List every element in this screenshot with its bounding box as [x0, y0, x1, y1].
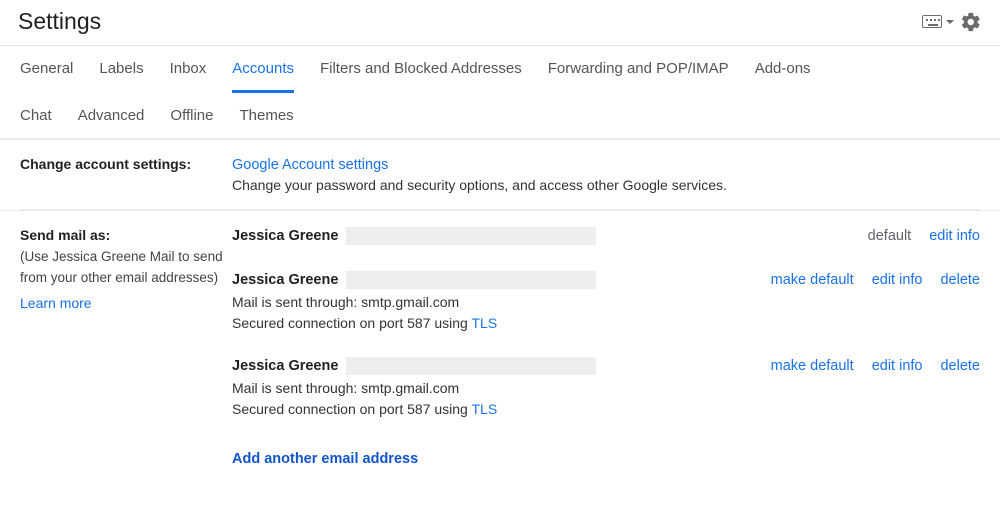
delete-link[interactable]: delete	[940, 272, 980, 288]
section-change-account: Change account settings: Google Account …	[0, 139, 1000, 209]
edit-info-link[interactable]: edit info	[872, 272, 923, 288]
learn-more-link[interactable]: Learn more	[20, 295, 92, 311]
send-mail-as-label: Send mail as:	[20, 227, 232, 243]
smtp-line: Mail is sent through: smtp.gmail.com	[232, 294, 980, 310]
tab-inbox[interactable]: Inbox	[170, 60, 207, 93]
chevron-down-icon[interactable]	[946, 20, 954, 24]
make-default-link[interactable]: make default	[771, 272, 854, 288]
redacted-email	[346, 227, 596, 245]
tab-chat[interactable]: Chat	[20, 107, 52, 138]
send-mail-as-entry: Jessica Greene default edit info	[232, 227, 980, 245]
delete-link[interactable]: delete	[940, 358, 980, 374]
send-mail-as-entry: Jessica Greene make default edit info delet…	[232, 357, 980, 417]
change-account-label: Change account settings:	[20, 156, 191, 172]
secured-line: Secured connection on port 587 using TLS	[232, 315, 980, 331]
tab-labels[interactable]: Labels	[99, 60, 143, 93]
tab-general[interactable]: General	[20, 60, 73, 93]
edit-info-link[interactable]: edit info	[929, 228, 980, 244]
sender-name: Jessica Greene	[232, 272, 338, 288]
tab-accounts[interactable]: Accounts	[232, 60, 294, 93]
tls-link[interactable]: TLS	[471, 315, 497, 331]
tab-forwarding-and-pop-imap[interactable]: Forwarding and POP/IMAP	[548, 60, 729, 93]
tab-advanced[interactable]: Advanced	[78, 107, 145, 138]
tab-offline[interactable]: Offline	[170, 107, 213, 138]
settings-tabs: General Labels Inbox Accounts Filters and Bl…	[0, 46, 1000, 139]
tab-themes[interactable]: Themes	[240, 107, 294, 138]
section-send-mail-as: Send mail as: (Use Jessica Greene Mail t…	[0, 210, 1000, 483]
tab-add-ons[interactable]: Add-ons	[755, 60, 811, 93]
google-account-settings-link[interactable]: Google Account settings	[232, 157, 388, 173]
default-label: default	[868, 228, 912, 244]
sender-name: Jessica Greene	[232, 358, 338, 374]
tls-link[interactable]: TLS	[471, 401, 497, 417]
smtp-line: Mail is sent through: smtp.gmail.com	[232, 380, 980, 396]
change-account-desc: Change your password and security option…	[232, 177, 980, 193]
keyboard-icon[interactable]	[922, 15, 942, 28]
sender-name: Jessica Greene	[232, 228, 338, 244]
send-mail-as-entry: Jessica Greene make default edit info delet…	[232, 271, 980, 331]
make-default-link[interactable]: make default	[771, 358, 854, 374]
add-another-email-link[interactable]: Add another email address	[232, 451, 418, 467]
secured-line: Secured connection on port 587 using TLS	[232, 401, 980, 417]
tab-filters-and-blocked-addresses[interactable]: Filters and Blocked Addresses	[320, 60, 522, 93]
send-mail-as-sub: (Use Jessica Greene Mail to send from yo…	[20, 247, 232, 289]
page-title: Settings	[18, 8, 101, 35]
redacted-email	[346, 271, 596, 289]
gear-icon[interactable]	[960, 11, 982, 33]
redacted-email	[346, 357, 596, 375]
edit-info-link[interactable]: edit info	[872, 358, 923, 374]
